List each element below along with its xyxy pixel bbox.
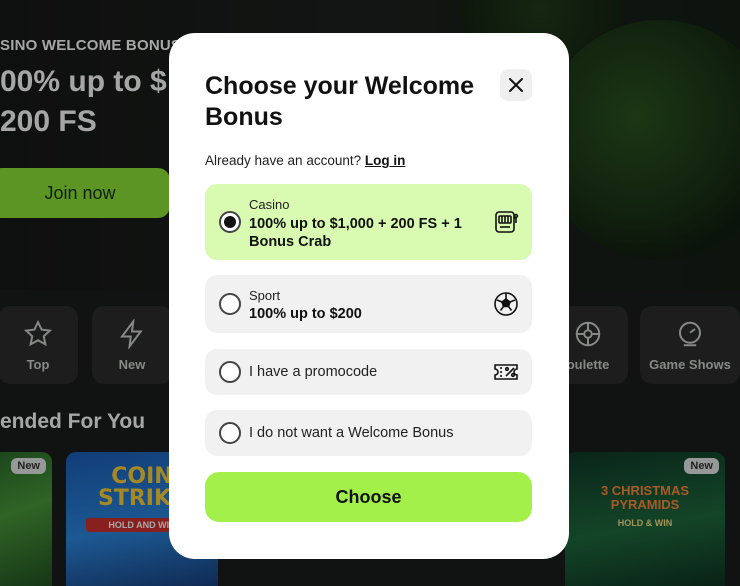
radio-button[interactable] (219, 293, 241, 315)
bonus-option-promocode[interactable]: I have a promocode (205, 349, 532, 395)
option-label: 100% up to $200 (249, 306, 362, 322)
close-button[interactable] (500, 69, 532, 101)
soccer-ball-icon (494, 292, 518, 316)
slot-machine-icon (495, 211, 519, 233)
account-prompt-text: Already have an account? (205, 153, 362, 168)
close-icon (509, 78, 523, 92)
option-label: I do not want a Welcome Bonus (249, 425, 454, 441)
radio-button[interactable] (219, 422, 241, 444)
promo-ticket-icon (494, 364, 518, 380)
option-category: Casino (249, 197, 290, 212)
welcome-bonus-modal: Choose your Welcome Bonus Already have a… (169, 33, 569, 559)
radio-button[interactable] (219, 211, 241, 233)
account-prompt: Already have an account? Log in (205, 153, 405, 168)
bonus-option-casino[interactable]: Casino 100% up to $1,000 + 200 FS + 1 Bo… (205, 184, 532, 260)
option-label: I have a promocode (249, 364, 378, 380)
bonus-option-none[interactable]: I do not want a Welcome Bonus (205, 410, 532, 456)
option-category: Sport (249, 288, 281, 303)
modal-title: Choose your Welcome Bonus (205, 72, 475, 131)
option-label: 100% up to $1,000 + 200 FS + 1 Bonus Cra… (249, 216, 462, 250)
choose-button[interactable]: Choose (205, 472, 532, 522)
login-link[interactable]: Log in (365, 153, 406, 168)
bonus-option-sport[interactable]: Sport 100% up to $200 (205, 275, 532, 333)
radio-button[interactable] (219, 361, 241, 383)
